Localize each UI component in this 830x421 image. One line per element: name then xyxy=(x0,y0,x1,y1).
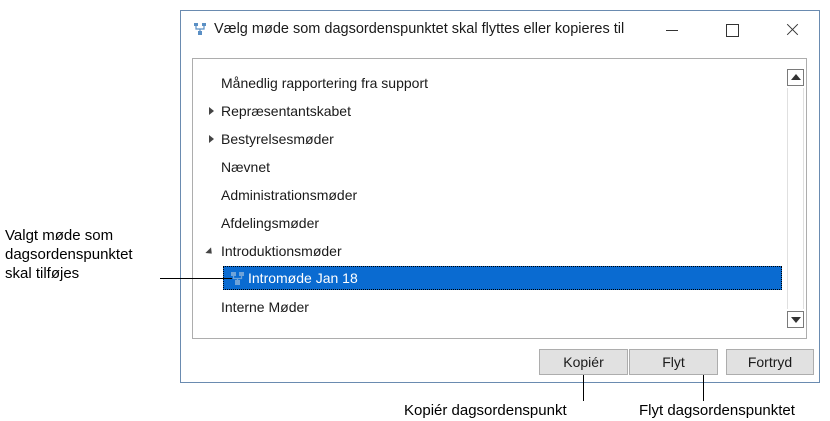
meeting-icon xyxy=(231,272,244,285)
tree-item-interne-moder[interactable]: Interne Møder xyxy=(221,295,309,319)
scroll-down-button[interactable] xyxy=(787,311,804,328)
tree-item-naevnet[interactable]: Nævnet xyxy=(221,155,270,179)
expand-arrow-icon[interactable] xyxy=(207,99,217,123)
callout-leader-line xyxy=(583,375,584,401)
tree-item-label: Repræsentantskabet xyxy=(221,103,351,119)
cancel-button[interactable]: Fortryd xyxy=(726,349,814,375)
tree-item-selected-intromode[interactable]: Intromøde Jan 18 xyxy=(223,266,782,290)
tree-item-representantskabet[interactable]: Repræsentantskabet xyxy=(209,99,351,123)
tree-item-label: Månedlig rapportering fra support xyxy=(221,75,429,91)
callout-copy: Kopiér dagsordenspunkt xyxy=(404,402,567,419)
callout-leader-line xyxy=(703,375,704,401)
callout-line-3: skal tilføjes xyxy=(5,265,80,282)
tree-item-monthly-support[interactable]: Månedlig rapportering fra support xyxy=(221,71,428,95)
callout-line-2: dagsordenspunktet xyxy=(5,246,133,263)
tree-item-label: Nævnet xyxy=(221,159,271,175)
callout-selected-meeting: Valgt møde som dagsordenspunktet skal ti… xyxy=(5,226,133,283)
tree-item-introduktionsmoder[interactable]: Introduktionsmøder xyxy=(221,239,342,263)
callout-line-1: Valgt møde som xyxy=(5,227,114,244)
callout-move: Flyt dagsordenspunktet xyxy=(639,402,795,419)
title-bar[interactable]: Vælg møde som dagsordenspunktet skal fly… xyxy=(181,11,819,49)
copy-button[interactable]: Kopiér xyxy=(539,349,628,375)
scroll-track[interactable] xyxy=(787,88,804,309)
callout-leader-line xyxy=(160,278,232,279)
move-button[interactable]: Flyt xyxy=(629,349,718,375)
tree-item-label: Introduktionsmøder xyxy=(221,243,342,259)
expand-arrow-icon[interactable] xyxy=(207,127,217,151)
tree-item-label: Bestyrelsesmøder xyxy=(221,131,334,147)
window-title: Vælg møde som dagsordenspunktet skal fly… xyxy=(214,21,625,37)
vertical-scrollbar[interactable] xyxy=(785,59,806,338)
tree-item-label: Administrationsmøder xyxy=(221,187,358,203)
meeting-tree-icon xyxy=(194,23,206,35)
meeting-tree[interactable]: Månedlig rapportering fra support Repræs… xyxy=(192,58,807,339)
close-button[interactable] xyxy=(769,11,815,49)
tree-item-bestyrelsesmoder[interactable]: Bestyrelsesmøder xyxy=(209,127,334,151)
collapse-arrow-icon[interactable] xyxy=(205,239,215,263)
tree-item-label: Intromøde Jan 18 xyxy=(248,270,358,286)
tree-item-label: Afdelingsmøder xyxy=(221,215,320,231)
maximize-button[interactable] xyxy=(709,11,755,49)
tree-item-label: Interne Møder xyxy=(221,299,309,315)
dialog-window: Vælg møde som dagsordenspunktet skal fly… xyxy=(180,10,820,383)
tree-item-administrationsmoder[interactable]: Administrationsmøder xyxy=(221,183,357,207)
scroll-up-button[interactable] xyxy=(787,69,804,86)
minimize-button[interactable] xyxy=(649,11,695,49)
tree-item-afdelingsmoder[interactable]: Afdelingsmøder xyxy=(221,211,319,235)
